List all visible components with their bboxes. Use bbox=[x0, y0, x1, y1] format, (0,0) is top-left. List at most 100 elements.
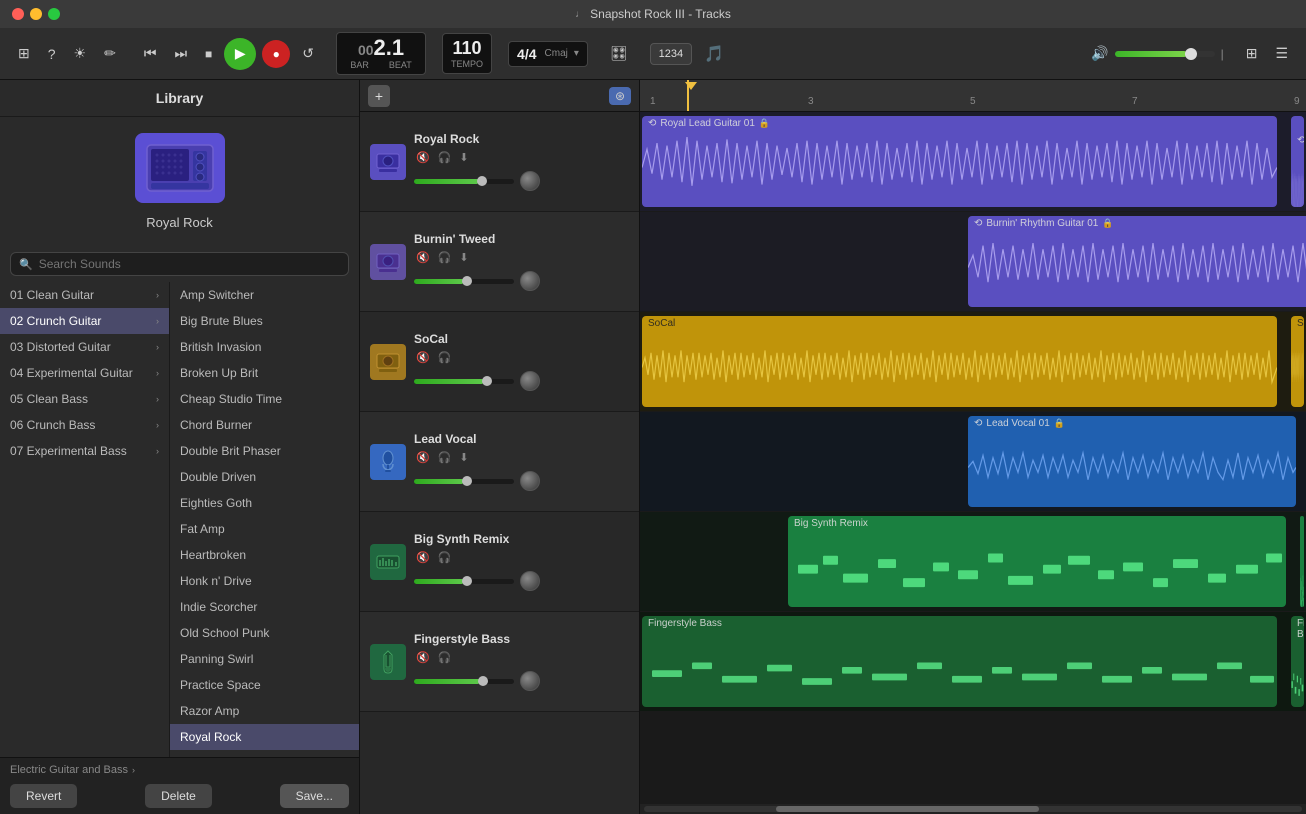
preset-panning-swirl[interactable]: Panning Swirl bbox=[170, 646, 359, 672]
fast-forward-button[interactable]: ⏭ bbox=[168, 41, 193, 66]
category-02-crunch-guitar[interactable]: 02 Crunch Guitar › bbox=[0, 308, 169, 334]
arrangement-tracks[interactable]: ⟲ Royal Lead Guitar 01 🔒 bbox=[640, 112, 1306, 804]
play-button[interactable]: ▶ bbox=[224, 38, 256, 70]
maximize-button[interactable] bbox=[48, 8, 60, 20]
preset-double-brit-phaser[interactable]: Double Brit Phaser bbox=[170, 438, 359, 464]
clip-socal-01[interactable]: SoCal bbox=[642, 316, 1277, 407]
clip-royal-lead-guitar-02[interactable]: ⟲ Royal Lead Guitar 02 🔒 bbox=[1291, 116, 1304, 207]
clip-royal-lead-guitar-01[interactable]: ⟲ Royal Lead Guitar 01 🔒 bbox=[642, 116, 1277, 207]
library-header: Library bbox=[0, 80, 359, 117]
preset-indie-scorcher[interactable]: Indie Scorcher bbox=[170, 594, 359, 620]
track-solo-socal[interactable]: 🎧 bbox=[436, 350, 454, 365]
preset-royal-rock[interactable]: Royal Rock bbox=[170, 724, 359, 750]
category-07-experimental-bass[interactable]: 07 Experimental Bass › bbox=[0, 438, 169, 464]
preset-fat-amp[interactable]: Fat Amp bbox=[170, 516, 359, 542]
preset-practice-space[interactable]: Practice Space bbox=[170, 672, 359, 698]
preset-honk-n-drive[interactable]: Honk n' Drive bbox=[170, 568, 359, 594]
preset-double-driven[interactable]: Double Driven bbox=[170, 464, 359, 490]
category-01-clean-guitar[interactable]: 01 Clean Guitar › bbox=[0, 282, 169, 308]
smart-btn[interactable]: 1234 bbox=[650, 43, 692, 65]
track-solo-burnin-tweed[interactable]: 🎧 bbox=[436, 250, 454, 265]
search-box[interactable]: 🔍 bbox=[10, 252, 349, 276]
track-name-fingerstyle-bass: Fingerstyle Bass bbox=[414, 632, 629, 646]
clip-burnin-rhythm-guitar-01[interactable]: ⟲ Burnin' Rhythm Guitar 01 🔒 bbox=[968, 216, 1306, 307]
timesig-display[interactable]: 4/4 Cmaj ▾ bbox=[508, 41, 588, 67]
cycle-button[interactable]: ↺ bbox=[296, 41, 320, 66]
track-arm-royal-rock[interactable]: ⬇ bbox=[457, 150, 470, 165]
category-06-crunch-bass[interactable]: 06 Crunch Bass › bbox=[0, 412, 169, 438]
track-pan-socal[interactable] bbox=[520, 371, 540, 391]
preset-heartbroken[interactable]: Heartbroken bbox=[170, 542, 359, 568]
preset-chord-burner[interactable]: Chord Burner bbox=[170, 412, 359, 438]
display-button[interactable]: ☀ bbox=[68, 41, 93, 66]
close-button[interactable] bbox=[12, 8, 24, 20]
track-solo-royal-rock[interactable]: 🎧 bbox=[436, 150, 454, 165]
track-vol-lead-vocal[interactable] bbox=[414, 479, 514, 484]
waveform-burnin-01 bbox=[968, 231, 1306, 304]
save-button[interactable]: Save... bbox=[280, 784, 349, 808]
track-vol-socal[interactable] bbox=[414, 379, 514, 384]
track-arm-lead-vocal[interactable]: ⬇ bbox=[457, 450, 470, 465]
track-mute-big-synth-remix[interactable]: 🔇 bbox=[414, 550, 432, 565]
preset-starlit-cavern[interactable]: Starlit Cavern bbox=[170, 750, 359, 757]
track-pan-burnin-tweed[interactable] bbox=[520, 271, 540, 291]
window-controls[interactable] bbox=[12, 8, 60, 20]
library-button[interactable]: ⊞ bbox=[12, 41, 36, 66]
track-solo-big-synth-remix[interactable]: 🎧 bbox=[436, 550, 454, 565]
search-input[interactable] bbox=[39, 257, 340, 271]
horizontal-scrollbar[interactable] bbox=[640, 804, 1306, 814]
track-mute-burnin-tweed[interactable]: 🔇 bbox=[414, 250, 432, 265]
track-pan-lead-vocal[interactable] bbox=[520, 471, 540, 491]
add-track-button[interactable]: + bbox=[368, 85, 390, 107]
clip-big-synth-01[interactable]: Big Synth Remix bbox=[788, 516, 1286, 607]
track-vol-fingerstyle-bass[interactable] bbox=[414, 679, 514, 684]
tuner-button[interactable]: 🎛 bbox=[604, 41, 634, 66]
clip-big-synth-02[interactable]: Big Synth Remix bbox=[1300, 516, 1304, 607]
revert-button[interactable]: Revert bbox=[10, 784, 77, 808]
category-05-clean-bass[interactable]: 05 Clean Bass › bbox=[0, 386, 169, 412]
preset-amp-switcher[interactable]: Amp Switcher bbox=[170, 282, 359, 308]
mixer-button[interactable]: ⊞ bbox=[1240, 41, 1264, 66]
track-vol-big-synth-remix[interactable] bbox=[414, 579, 514, 584]
clip-socal-02[interactable]: SoCal bbox=[1291, 316, 1304, 407]
record-button[interactable]: ● bbox=[262, 40, 290, 68]
browser-button[interactable]: ☰ bbox=[1269, 41, 1294, 66]
master-vol-slider[interactable] bbox=[1115, 51, 1215, 57]
track-solo-fingerstyle-bass[interactable]: 🎧 bbox=[436, 650, 454, 665]
track-pan-big-synth-remix[interactable] bbox=[520, 571, 540, 591]
category-04-experimental-guitar[interactable]: 04 Experimental Guitar › bbox=[0, 360, 169, 386]
preset-british-invasion[interactable]: British Invasion bbox=[170, 334, 359, 360]
track-mute-royal-rock[interactable]: 🔇 bbox=[414, 150, 432, 165]
track-solo-lead-vocal[interactable]: 🎧 bbox=[436, 450, 454, 465]
track-arm-burnin-tweed[interactable]: ⬇ bbox=[457, 250, 470, 265]
track-pan-royal-rock[interactable] bbox=[520, 171, 540, 191]
rewind-button[interactable]: ⏮ bbox=[138, 41, 163, 66]
smart-controls: 1234 🎵 bbox=[650, 40, 730, 68]
preset-eighties-goth[interactable]: Eighties Goth bbox=[170, 490, 359, 516]
clip-fingerstyle-bass-01[interactable]: Fingerstyle Bass bbox=[642, 616, 1277, 707]
clip-lead-vocal-01[interactable]: ⟲ Lead Vocal 01 🔒 bbox=[968, 416, 1296, 507]
preset-cheap-studio-time[interactable]: Cheap Studio Time bbox=[170, 386, 359, 412]
track-mute-socal[interactable]: 🔇 bbox=[414, 350, 432, 365]
minimize-button[interactable] bbox=[30, 8, 42, 20]
note-btn[interactable]: 🎵 bbox=[698, 40, 730, 68]
pencil-button[interactable]: ✏ bbox=[98, 41, 122, 66]
stop-button[interactable]: ■ bbox=[199, 43, 218, 65]
track-mute-lead-vocal[interactable]: 🔇 bbox=[414, 450, 432, 465]
preset-razor-amp[interactable]: Razor Amp bbox=[170, 698, 359, 724]
smart-controls-toggle[interactable]: ⊛ bbox=[609, 87, 631, 105]
track-vol-royal-rock[interactable] bbox=[414, 179, 514, 184]
clip-fingerstyle-bass-02[interactable]: Fingerstyle Bass bbox=[1291, 616, 1304, 707]
scrollbar-h-track[interactable] bbox=[644, 806, 1302, 812]
preset-old-school-punk[interactable]: Old School Punk bbox=[170, 620, 359, 646]
track-mute-fingerstyle-bass[interactable]: 🔇 bbox=[414, 650, 432, 665]
track-vol-burnin-tweed[interactable] bbox=[414, 279, 514, 284]
category-03-distorted-guitar[interactable]: 03 Distorted Guitar › bbox=[0, 334, 169, 360]
tempo-display[interactable]: 110 TEMPO bbox=[442, 33, 492, 74]
track-pan-fingerstyle-bass[interactable] bbox=[520, 671, 540, 691]
scrollbar-h-thumb[interactable] bbox=[776, 806, 1039, 812]
preset-big-brute-blues[interactable]: Big Brute Blues bbox=[170, 308, 359, 334]
help-button[interactable]: ? bbox=[42, 42, 62, 66]
delete-button[interactable]: Delete bbox=[145, 784, 212, 808]
preset-broken-up-brit[interactable]: Broken Up Brit bbox=[170, 360, 359, 386]
